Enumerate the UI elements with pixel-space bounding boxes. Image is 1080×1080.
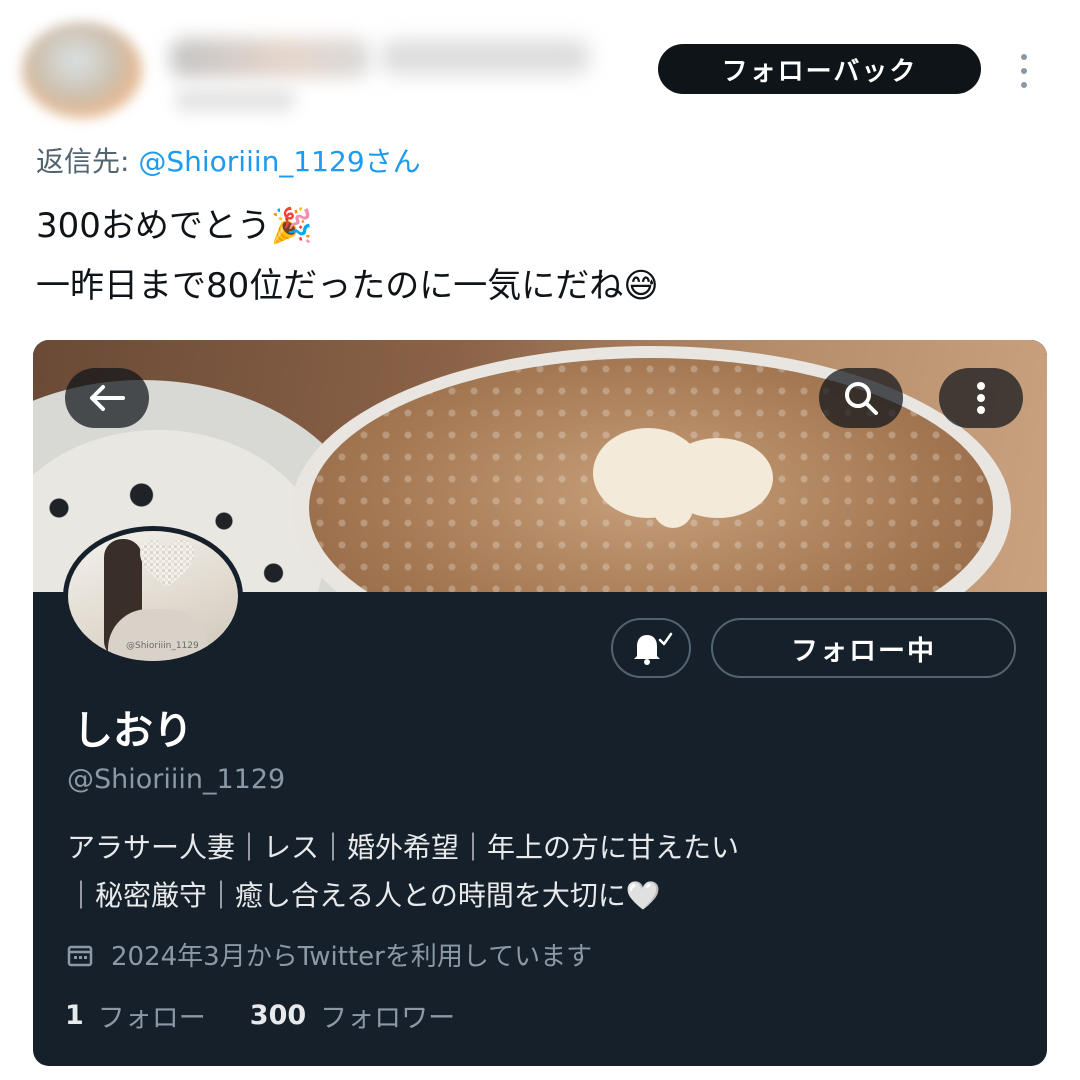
profile-display-name: しおり — [73, 708, 193, 754]
more-options-icon[interactable] — [1012, 54, 1036, 88]
latte-art-heart — [593, 418, 773, 528]
joined-text: 2024年3月からTwitterを利用しています — [111, 942, 593, 972]
author-avatar[interactable] — [22, 22, 142, 118]
avatar-sweater — [108, 609, 208, 661]
bio-line-1: アラサー人妻｜レス｜婚外希望｜年上の方に甘えたい — [67, 831, 740, 864]
tweet-line-1-text: 300おめでとう — [36, 206, 271, 246]
reply-to-prefix: 返信先: — [36, 145, 139, 178]
tweet-line-2: 一昨日まで80位だったのに一気にだね😅 — [36, 256, 659, 316]
reply-to-suffix: さん — [364, 145, 421, 178]
more-icon[interactable] — [939, 368, 1023, 428]
follow-stats: 1 フォロー 300 フォロワー — [65, 996, 455, 1035]
sweat-smile-emoji: 😅 — [623, 266, 659, 306]
profile-handle: @Shioriiin_1129 — [67, 764, 286, 795]
avatar-caption: @Shioriiin_1129 — [126, 641, 199, 651]
notification-bell-button[interactable] — [611, 618, 691, 678]
author-meta-blurred — [175, 88, 295, 112]
calendar-icon — [67, 943, 93, 967]
profile-bio: アラサー人妻｜レス｜婚外希望｜年上の方に甘えたい ｜秘密厳守｜癒し合える人との時… — [67, 824, 739, 920]
follow-back-button[interactable]: フォローバック — [658, 44, 981, 94]
tweet-line-2-text: 一昨日まで80位だったのに一気にだね — [36, 266, 624, 306]
followers-label[interactable]: フォロワー — [320, 996, 455, 1035]
reply-to-handle-link[interactable]: @Shioriiin_1129 — [138, 145, 364, 178]
notification-bell-icon — [634, 632, 673, 665]
followers-count[interactable]: 300 — [250, 1000, 306, 1031]
back-arrow-icon[interactable] — [65, 368, 149, 428]
author-handle-blurred — [380, 40, 590, 74]
following-count[interactable]: 1 — [65, 1000, 84, 1031]
search-icon[interactable] — [819, 368, 903, 428]
following-label[interactable]: フォロー — [98, 996, 206, 1035]
party-popper-emoji: 🎉 — [270, 206, 314, 246]
profile-avatar[interactable]: @Shioriiin_1129 — [63, 526, 243, 666]
reply-to-line: 返信先: @Shioriiin_1129さん — [36, 140, 421, 180]
white-heart-emoji: 🤍 — [625, 879, 661, 912]
tweet-line-1: 300おめでとう🎉 — [36, 196, 659, 256]
bio-line-2-text: ｜秘密厳守｜癒し合える人との時間を大切に — [67, 879, 626, 912]
following-button[interactable]: フォロー中 — [711, 618, 1016, 678]
heart-mosaic-icon — [140, 540, 194, 587]
bio-line-2: ｜秘密厳守｜癒し合える人との時間を大切に🤍 — [67, 872, 739, 920]
joined-date: 2024年3月からTwitterを利用しています — [67, 936, 592, 973]
tweet-body: 300おめでとう🎉 一昨日まで80位だったのに一気にだね😅 — [36, 196, 659, 316]
author-name-blurred — [170, 38, 370, 78]
profile-card-image[interactable]: @Shioriiin_1129 フォロー中 しおり @Shioriiin_112… — [33, 340, 1047, 1066]
